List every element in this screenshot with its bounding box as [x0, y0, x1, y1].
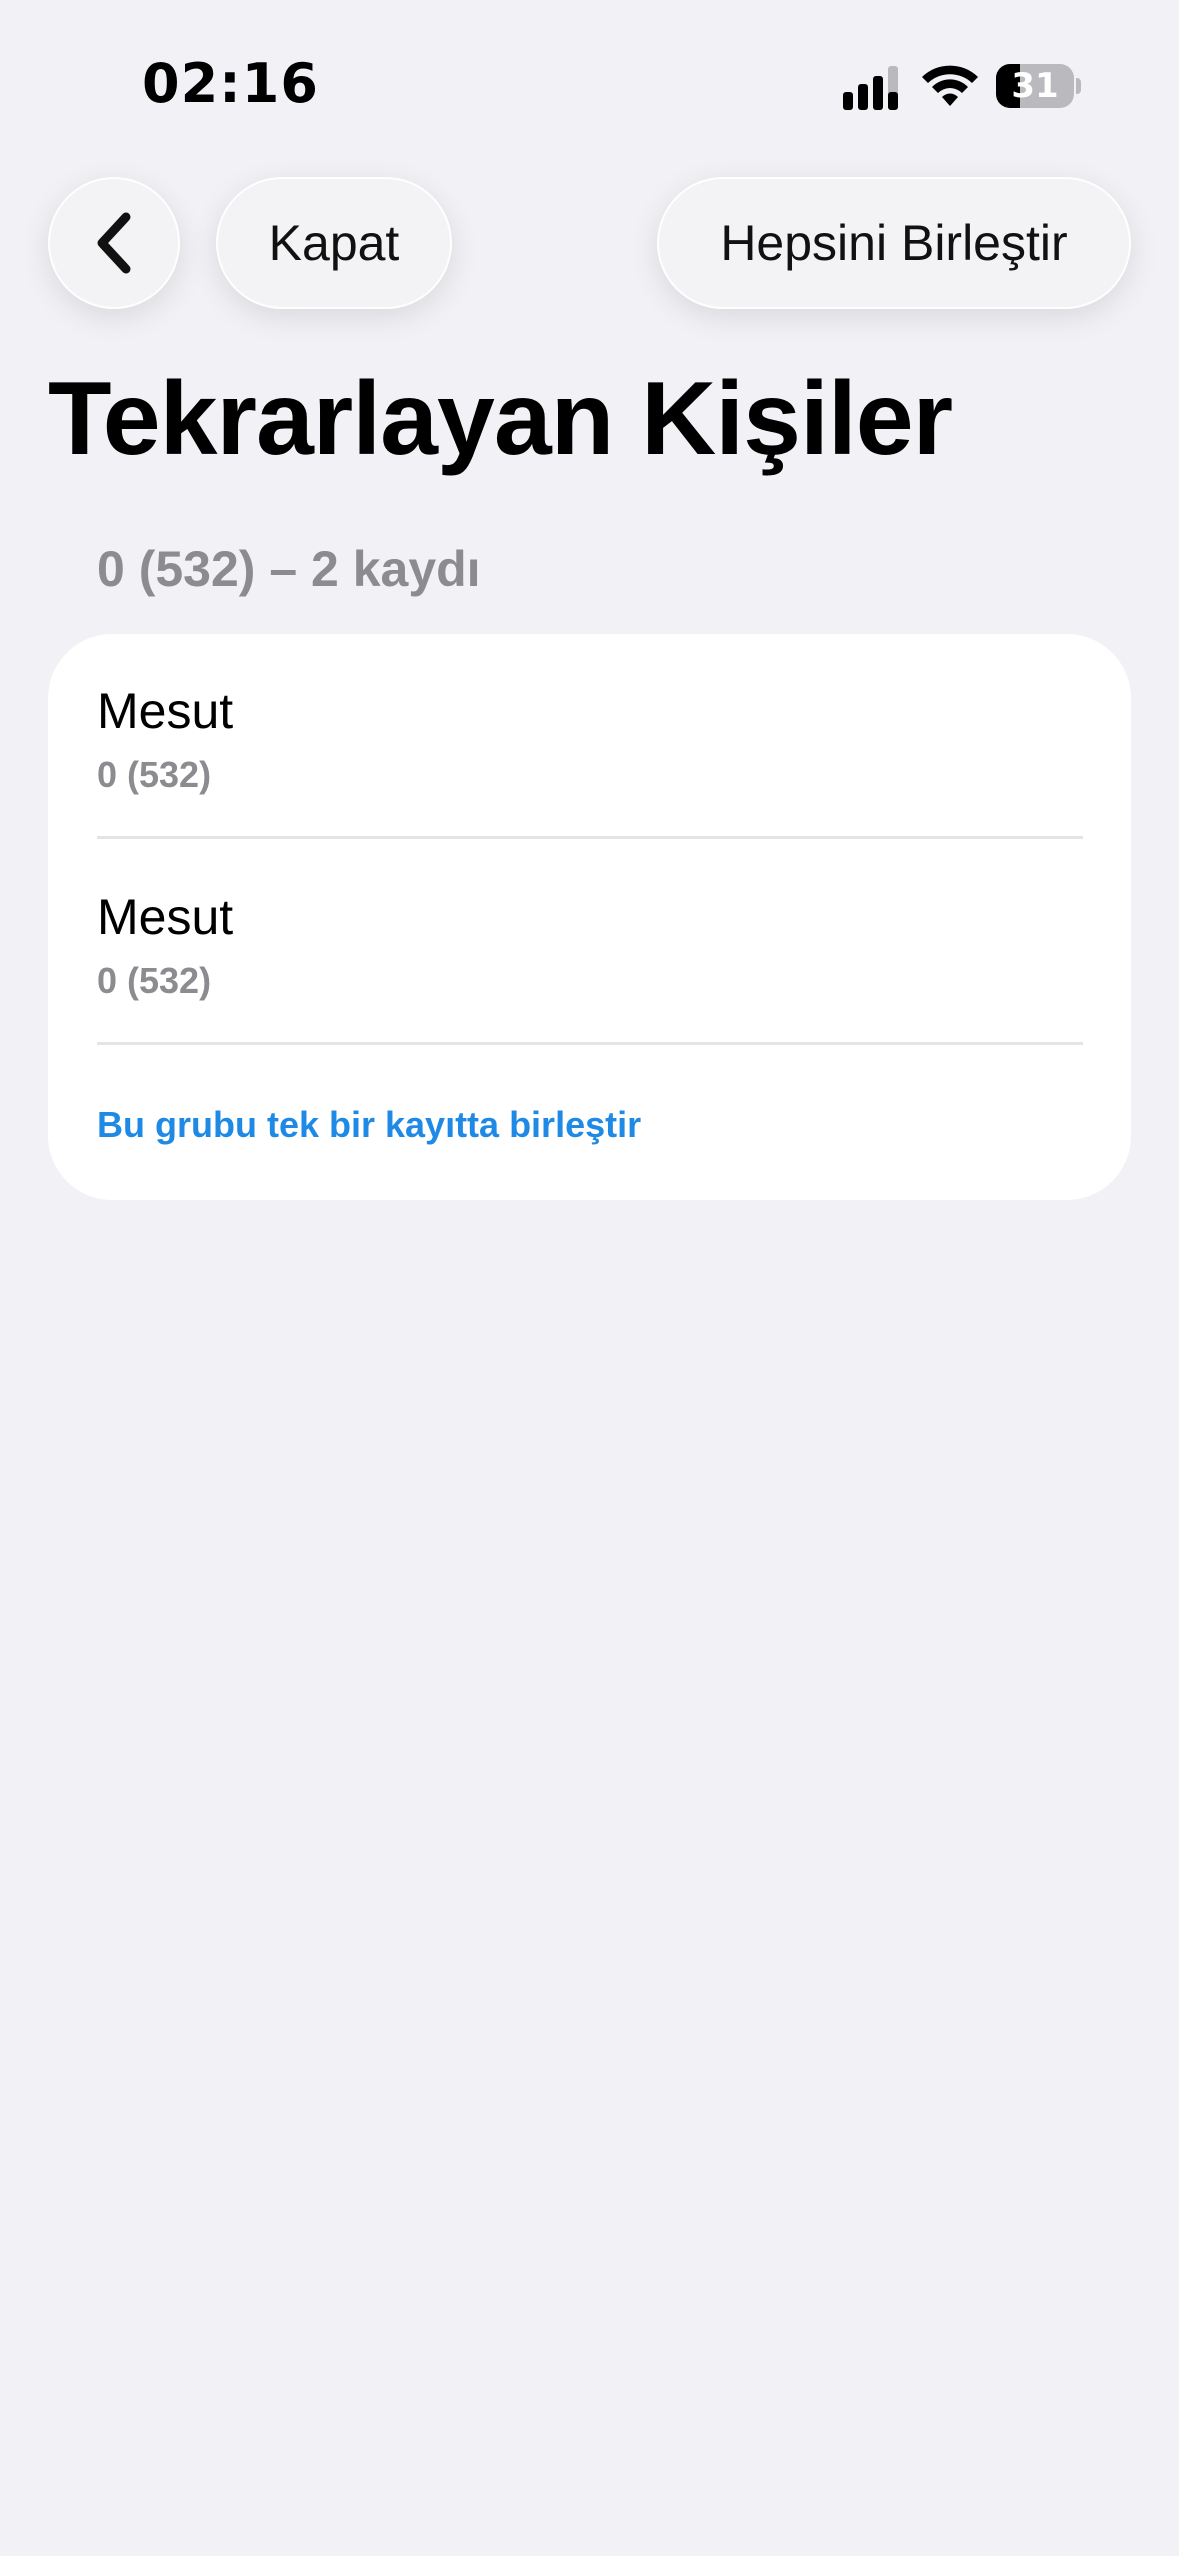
screen: 02:16 31 Kapat Hepsini Birleştir Tekrarl…: [0, 0, 1179, 2556]
close-button[interactable]: Kapat: [216, 177, 452, 309]
merge-group-link[interactable]: Bu grubu tek bir kayıtta birleştir: [97, 1104, 641, 1146]
merge-all-button[interactable]: Hepsini Birleştir: [657, 177, 1131, 309]
status-time: 02:16: [142, 52, 319, 115]
duplicate-group-card: Mesut 0 (532) Mesut 0 (532) Bu grubu tek…: [48, 634, 1131, 1200]
page-title: Tekrarlayan Kişiler: [48, 361, 953, 477]
group-header: 0 (532) – 2 kaydı: [97, 541, 481, 597]
contact-phone: 0 (532): [97, 754, 212, 795]
battery-body: 31: [996, 64, 1074, 108]
divider: [97, 1042, 1083, 1045]
back-button[interactable]: [48, 177, 180, 309]
battery-tip: [1076, 78, 1081, 94]
contact-name: Mesut: [97, 683, 234, 739]
battery-icon: 31: [996, 64, 1082, 108]
list-item[interactable]: Mesut 0 (532): [97, 682, 1083, 796]
signal-icon: [843, 66, 898, 110]
contact-phone: 0 (532): [97, 960, 212, 1001]
status-bar: 02:16 31: [0, 0, 1179, 150]
contact-name: Mesut: [97, 889, 234, 945]
battery-level: 31: [1011, 66, 1059, 106]
divider: [97, 836, 1083, 839]
list-item[interactable]: Mesut 0 (532): [97, 888, 1083, 1002]
wifi-icon: [922, 65, 978, 106]
chevron-left-icon: [97, 212, 131, 274]
